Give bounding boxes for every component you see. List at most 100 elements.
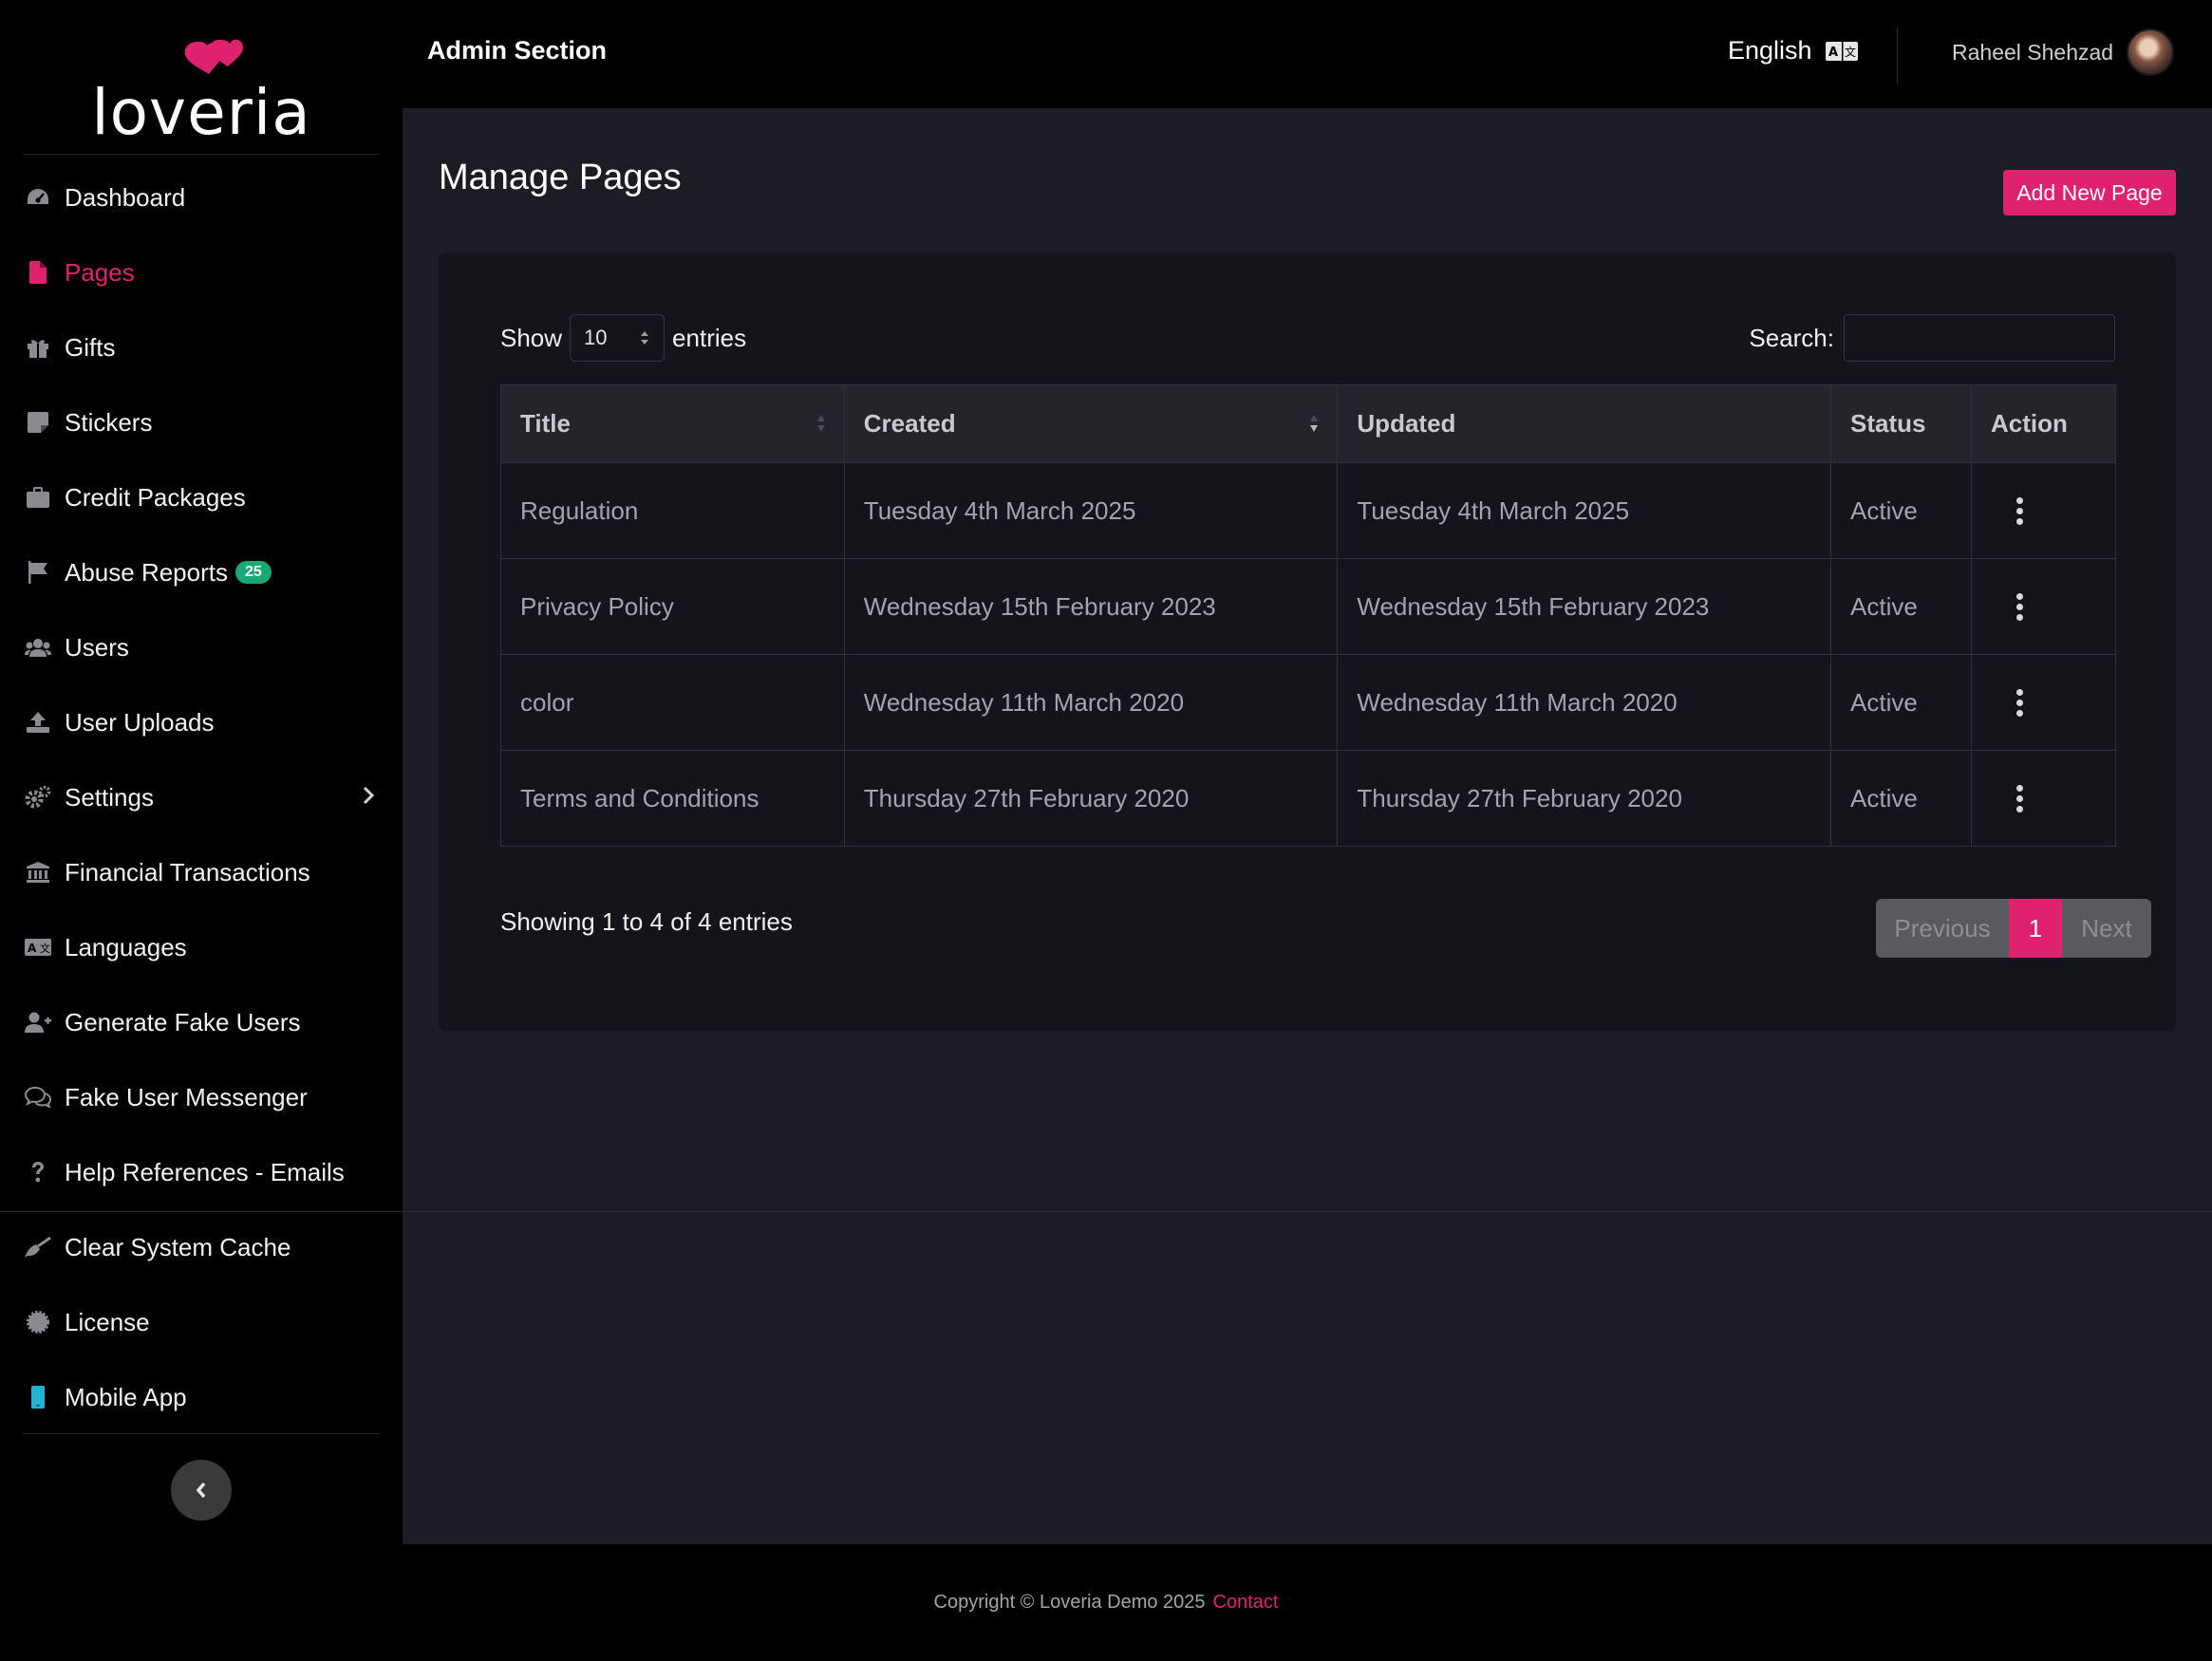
sidebar-section-divider bbox=[0, 1211, 2212, 1212]
sidebar-item-dashboard[interactable]: Dashboard bbox=[0, 171, 403, 224]
sidebar-item-label: License bbox=[65, 1307, 150, 1336]
sidebar-item-gifts[interactable]: Gifts bbox=[0, 321, 403, 374]
select-arrows-icon bbox=[641, 331, 649, 345]
column-header-created[interactable]: Created bbox=[843, 384, 1339, 463]
sidebar-item-pages[interactable]: Pages bbox=[0, 246, 403, 299]
gift-icon bbox=[24, 333, 52, 362]
table-row: Privacy Policy Wednesday 15th February 2… bbox=[500, 558, 2116, 655]
page-1-button[interactable]: 1 bbox=[2009, 899, 2062, 958]
sidebar-item-label: Dashboard bbox=[65, 182, 186, 212]
column-header-updated[interactable]: Updated bbox=[1337, 384, 1832, 463]
cell-status: Active bbox=[1830, 558, 1972, 655]
cell-action bbox=[1971, 750, 2116, 847]
sidebar-item-users[interactable]: Users bbox=[0, 621, 403, 674]
comments-icon bbox=[24, 1083, 52, 1111]
more-options-icon[interactable] bbox=[2015, 592, 2024, 621]
sidebar-collapse-button[interactable] bbox=[171, 1460, 232, 1521]
sidebar-item-license[interactable]: License bbox=[0, 1296, 403, 1349]
more-options-icon[interactable] bbox=[2015, 688, 2024, 717]
column-header-status[interactable]: Status bbox=[1830, 384, 1972, 463]
main-content: Manage Pages Add New Page Show 10 entrie… bbox=[403, 108, 2212, 1544]
more-options-icon[interactable] bbox=[2015, 496, 2024, 525]
heart-logo-icon bbox=[184, 39, 243, 74]
sidebar-item-fake-user-messenger[interactable]: Fake User Messenger bbox=[0, 1071, 403, 1124]
cell-status: Active bbox=[1830, 750, 1972, 847]
section-title: Admin Section bbox=[427, 36, 608, 65]
sidebar-item-generate-fake-users[interactable]: Generate Fake Users bbox=[0, 996, 403, 1049]
file-icon bbox=[24, 258, 52, 287]
sidebar-item-financial-transactions[interactable]: Financial Transactions bbox=[0, 846, 403, 899]
sidebar-item-languages[interactable]: A文 Languages bbox=[0, 921, 403, 974]
sidebar-item-label: Fake User Messenger bbox=[65, 1082, 308, 1111]
column-header-title[interactable]: Title bbox=[500, 384, 845, 463]
sidebar: loveria Dashboard Pages Gifts Stickers C… bbox=[0, 0, 403, 1544]
table-row: color Wednesday 11th March 2020 Wednesda… bbox=[500, 654, 2116, 751]
cell-status: Active bbox=[1830, 462, 1972, 559]
cell-title: color bbox=[500, 654, 845, 751]
cell-updated: Tuesday 4th March 2025 bbox=[1337, 462, 1832, 559]
search-input[interactable] bbox=[1844, 314, 2115, 362]
question-icon bbox=[24, 1158, 52, 1186]
more-options-icon[interactable] bbox=[2015, 784, 2024, 812]
top-bar: Admin Section English A文 Raheel Shehzad bbox=[403, 0, 2212, 108]
cell-action bbox=[1971, 654, 2116, 751]
svg-text:A: A bbox=[28, 942, 37, 955]
avatar bbox=[2127, 28, 2175, 76]
sidebar-item-stickers[interactable]: Stickers bbox=[0, 396, 403, 449]
copyright-text: Copyright © Loveria Demo 2025 Contact bbox=[933, 1592, 1279, 1613]
brand-wordmark: loveria bbox=[91, 76, 311, 149]
sidebar-item-label: Settings bbox=[65, 782, 154, 812]
entries-select-value: 10 bbox=[584, 326, 608, 349]
cell-updated: Wednesday 15th February 2023 bbox=[1337, 558, 1832, 655]
sidebar-item-settings[interactable]: Settings bbox=[0, 771, 403, 824]
next-page-button[interactable]: Next bbox=[2062, 899, 2151, 958]
logo[interactable]: loveria bbox=[23, 17, 380, 155]
entries-length-control: Show 10 entries bbox=[500, 314, 746, 362]
table-header-row: Title Created Updated Status Action bbox=[500, 384, 2116, 463]
sidebar-item-label: Languages bbox=[65, 932, 187, 961]
sidebar-item-label: Pages bbox=[65, 257, 135, 287]
cell-status: Active bbox=[1830, 654, 1972, 751]
sidebar-item-abuse-reports[interactable]: Abuse Reports 25 bbox=[0, 546, 403, 599]
sidebar-item-label: Help References - Emails bbox=[65, 1157, 345, 1186]
sort-icon bbox=[816, 415, 825, 432]
cell-created: Thursday 27th February 2020 bbox=[843, 750, 1339, 847]
entries-select[interactable]: 10 bbox=[570, 314, 665, 362]
flag-icon bbox=[24, 558, 52, 587]
cell-updated: Wednesday 11th March 2020 bbox=[1337, 654, 1832, 751]
sidebar-item-user-uploads[interactable]: User Uploads bbox=[0, 696, 403, 749]
language-label: English bbox=[1728, 36, 1812, 65]
previous-page-button[interactable]: Previous bbox=[1876, 899, 2009, 958]
sidebar-item-label: Gifts bbox=[65, 332, 116, 362]
sidebar-item-label: Users bbox=[65, 632, 129, 662]
table-row: Regulation Tuesday 4th March 2025 Tuesda… bbox=[500, 462, 2116, 559]
contact-link[interactable]: Contact bbox=[1213, 1592, 1279, 1613]
show-label: Show bbox=[500, 323, 563, 352]
entries-label: entries bbox=[672, 323, 747, 352]
sidebar-divider bbox=[23, 1433, 380, 1434]
user-menu[interactable]: Raheel Shehzad bbox=[1952, 28, 2175, 76]
sidebar-item-label: User Uploads bbox=[65, 707, 215, 737]
sidebar-item-label: Credit Packages bbox=[65, 482, 246, 512]
chevron-left-icon bbox=[196, 1482, 206, 1499]
language-selector[interactable]: English A文 bbox=[1728, 36, 1858, 65]
pagination: Previous 1 Next bbox=[1876, 899, 2151, 958]
pages-table-card: Show 10 entries Search: Title Created Up… bbox=[439, 252, 2176, 1031]
sort-desc-icon bbox=[1310, 415, 1319, 432]
upload-icon bbox=[24, 708, 52, 737]
dashboard-gauge-icon bbox=[24, 183, 52, 212]
cell-created: Wednesday 15th February 2023 bbox=[843, 558, 1339, 655]
sidebar-item-label: Stickers bbox=[65, 407, 153, 437]
add-new-page-button[interactable]: Add New Page bbox=[2003, 170, 2176, 215]
sidebar-item-help-references-emails[interactable]: Help References - Emails bbox=[0, 1146, 403, 1199]
cell-title: Terms and Conditions bbox=[500, 750, 845, 847]
bank-icon bbox=[24, 858, 52, 886]
user-name: Raheel Shehzad bbox=[1952, 39, 2114, 65]
sidebar-item-label: Abuse Reports 25 bbox=[65, 558, 272, 588]
sidebar-item-clear-system-cache[interactable]: Clear System Cache bbox=[0, 1221, 403, 1274]
broom-icon bbox=[24, 1233, 52, 1261]
sidebar-item-mobile-app[interactable]: Mobile App bbox=[0, 1371, 403, 1424]
pages-table: Title Created Updated Status Action Regu… bbox=[500, 384, 2116, 847]
sidebar-item-label: Generate Fake Users bbox=[65, 1007, 301, 1036]
sidebar-item-credit-packages[interactable]: Credit Packages bbox=[0, 471, 403, 524]
